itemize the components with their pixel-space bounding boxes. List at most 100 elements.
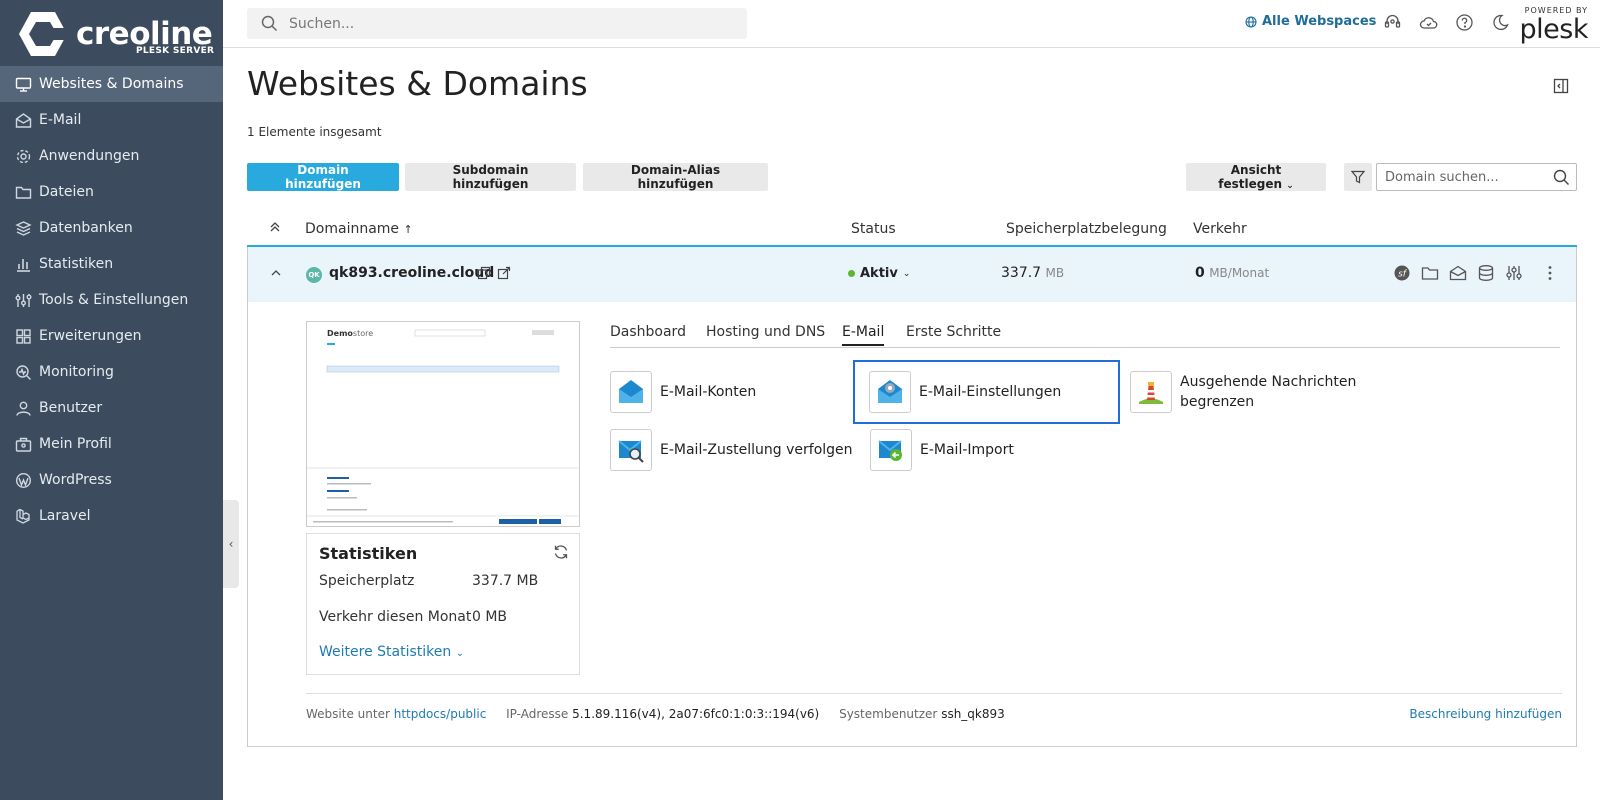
tool-track-delivery[interactable]: E-Mail-Zustellung verfolgen <box>610 429 853 471</box>
website-preview[interactable]: Demostore <box>306 321 580 527</box>
folder-icon[interactable] <box>1421 264 1439 282</box>
tool-icon-box <box>1130 371 1172 413</box>
domain-footer: Website unter httpdocs/public IP-Adresse… <box>306 707 1562 721</box>
sidebar-item-applications[interactable]: Anwendungen <box>0 138 223 174</box>
tool-email-settings[interactable]: E-Mail-Einstellungen <box>853 360 1120 424</box>
sort-asc-icon: ↑ <box>403 223 413 236</box>
sidebar-item-label: Erweiterungen <box>39 328 142 344</box>
column-domain-name[interactable]: Domainname ↑ <box>305 221 413 237</box>
more-vertical-icon[interactable] <box>1541 264 1559 282</box>
chevron-down-icon: ⌄ <box>455 648 465 659</box>
filter-icon <box>1351 170 1365 184</box>
copy-icon[interactable] <box>477 266 491 280</box>
settings-sliders-icon[interactable] <box>1505 264 1523 282</box>
domain-search[interactable] <box>1376 163 1577 191</box>
add-domain-alias-button[interactable]: Domain-Alias hinzufügen <box>583 163 768 191</box>
sidebar-collapse-handle[interactable]: ‹ <box>223 500 239 588</box>
webspaces-selector[interactable]: Alle Webspaces <box>1245 14 1376 29</box>
more-statistics-link[interactable]: Weitere Statistiken ⌄ <box>319 644 464 660</box>
tool-icon-box <box>610 371 652 413</box>
plesk-logo: POWERED BY plesk <box>1518 6 1589 45</box>
set-view-button[interactable]: Ansicht festlegen ⌄ <box>1186 163 1326 191</box>
add-domain-button[interactable]: Domain hinzufügen <box>247 163 399 191</box>
sidebar-item-monitoring[interactable]: Monitoring <box>0 354 223 390</box>
creoline-logo[interactable]: creoline PLESK SERVER <box>16 10 216 60</box>
traffic-month-label: Verkehr diesen Monat <box>319 609 472 625</box>
sidebar-item-label: Monitoring <box>39 364 114 380</box>
monitoring-icon <box>16 364 31 380</box>
bar-chart-icon <box>17 258 30 272</box>
disk-usage: 337.7 MB <box>1001 265 1064 281</box>
sidebar-item-wordpress[interactable]: WordPress <box>0 462 223 498</box>
add-subdomain-button[interactable]: Subdomain hinzufügen <box>405 163 576 191</box>
symfony-icon[interactable]: sf <box>1393 264 1411 282</box>
total-count: 1 Elemente insgesamt <box>247 125 382 139</box>
mail-icon <box>15 112 32 128</box>
globe-icon <box>1245 15 1257 28</box>
sidebar-item-extensions[interactable]: Erweiterungen <box>0 318 223 354</box>
tool-email-import[interactable]: E-Mail-Import <box>870 429 1014 471</box>
global-search-input[interactable] <box>289 13 729 35</box>
disk-usage-unit: MB <box>1045 266 1065 280</box>
wordpress-icon <box>15 472 32 488</box>
folder-icon <box>15 186 32 199</box>
profile-icon <box>15 437 32 452</box>
sidebar-item-laravel[interactable]: Laravel <box>0 498 223 534</box>
help-icon[interactable] <box>1455 13 1474 32</box>
search-icon[interactable] <box>1553 169 1570 186</box>
user-icon <box>16 401 31 416</box>
gear-icon <box>16 149 31 163</box>
domain-search-input[interactable] <box>1385 168 1545 186</box>
sidebar-item-profile[interactable]: Mein Profil <box>0 426 223 462</box>
sidebar-item-files[interactable]: Dateien <box>0 174 223 210</box>
filter-button[interactable] <box>1344 163 1372 191</box>
tool-label: Ausgehende Nachrichten begrenzen <box>1180 374 1357 410</box>
sidebar-item-email[interactable]: E-Mail <box>0 102 223 138</box>
system-user-label: Systembenutzer <box>839 707 938 721</box>
sidebar: creoline PLESK SERVER Websites & Domains… <box>0 0 223 800</box>
preview-site-name: Demostore <box>327 329 373 338</box>
side-panel-toggle-icon[interactable] <box>1553 78 1569 94</box>
tool-limit-outgoing[interactable]: Ausgehende Nachrichten begrenzen <box>1130 371 1370 413</box>
tab-email[interactable]: E-Mail <box>842 324 885 346</box>
website-path-link[interactable]: httpdocs/public <box>394 707 487 721</box>
chevron-down-icon: ⌄ <box>902 268 911 279</box>
moon-icon[interactable] <box>1491 13 1510 32</box>
open-in-new-icon[interactable] <box>497 266 511 280</box>
sidebar-item-users[interactable]: Benutzer <box>0 390 223 426</box>
tool-label: E-Mail-Konten <box>660 384 757 400</box>
database-icon[interactable] <box>1477 264 1495 282</box>
mail-icon[interactable] <box>1449 264 1467 282</box>
column-disk-usage[interactable]: Speicherplatzbelegung <box>1006 221 1167 237</box>
refresh-icon[interactable] <box>553 544 569 560</box>
support-icon[interactable] <box>1383 13 1402 32</box>
laravel-icon <box>16 508 30 524</box>
sidebar-item-label: Datenbanken <box>39 220 133 236</box>
add-description-link[interactable]: Beschreibung hinzufügen <box>1409 707 1562 721</box>
ip-value: 5.1.89.116(v4), 2a07:6fc0:1:0:3::194(v6) <box>572 707 820 721</box>
database-icon <box>15 220 32 236</box>
footer-divider <box>306 693 1562 694</box>
tab-hosting-dns[interactable]: Hosting und DNS <box>706 324 825 344</box>
sidebar-item-statistics[interactable]: Statistiken <box>0 246 223 282</box>
row-actions: sf <box>1393 264 1559 282</box>
tab-getting-started[interactable]: Erste Schritte <box>906 324 1001 344</box>
more-statistics-label: Weitere Statistiken <box>319 644 452 660</box>
domain-card: QK qk893.creoline.cloud Aktiv ⌄ 337.7 MB… <box>247 247 1577 747</box>
creoline-hex-icon <box>19 12 68 56</box>
tool-email-accounts[interactable]: E-Mail-Konten <box>610 371 756 413</box>
top-icons <box>1383 13 1510 32</box>
sidebar-item-tools-settings[interactable]: Tools & Einstellungen <box>0 282 223 318</box>
column-traffic[interactable]: Verkehr <box>1193 221 1247 237</box>
status-dropdown[interactable]: Aktiv ⌄ <box>848 266 910 281</box>
collapse-all-icon[interactable] <box>269 220 281 238</box>
sidebar-item-databases[interactable]: Datenbanken <box>0 210 223 246</box>
page-title: Websites & Domains <box>247 64 588 103</box>
chevron-up-icon[interactable] <box>270 267 282 279</box>
column-status[interactable]: Status <box>851 221 896 237</box>
global-search[interactable] <box>247 8 747 39</box>
tab-dashboard[interactable]: Dashboard <box>610 324 686 344</box>
cloud-icon[interactable] <box>1419 13 1438 32</box>
domain-name[interactable]: qk893.creoline.cloud <box>329 265 494 281</box>
sidebar-item-websites-domains[interactable]: Websites & Domains <box>0 66 223 102</box>
